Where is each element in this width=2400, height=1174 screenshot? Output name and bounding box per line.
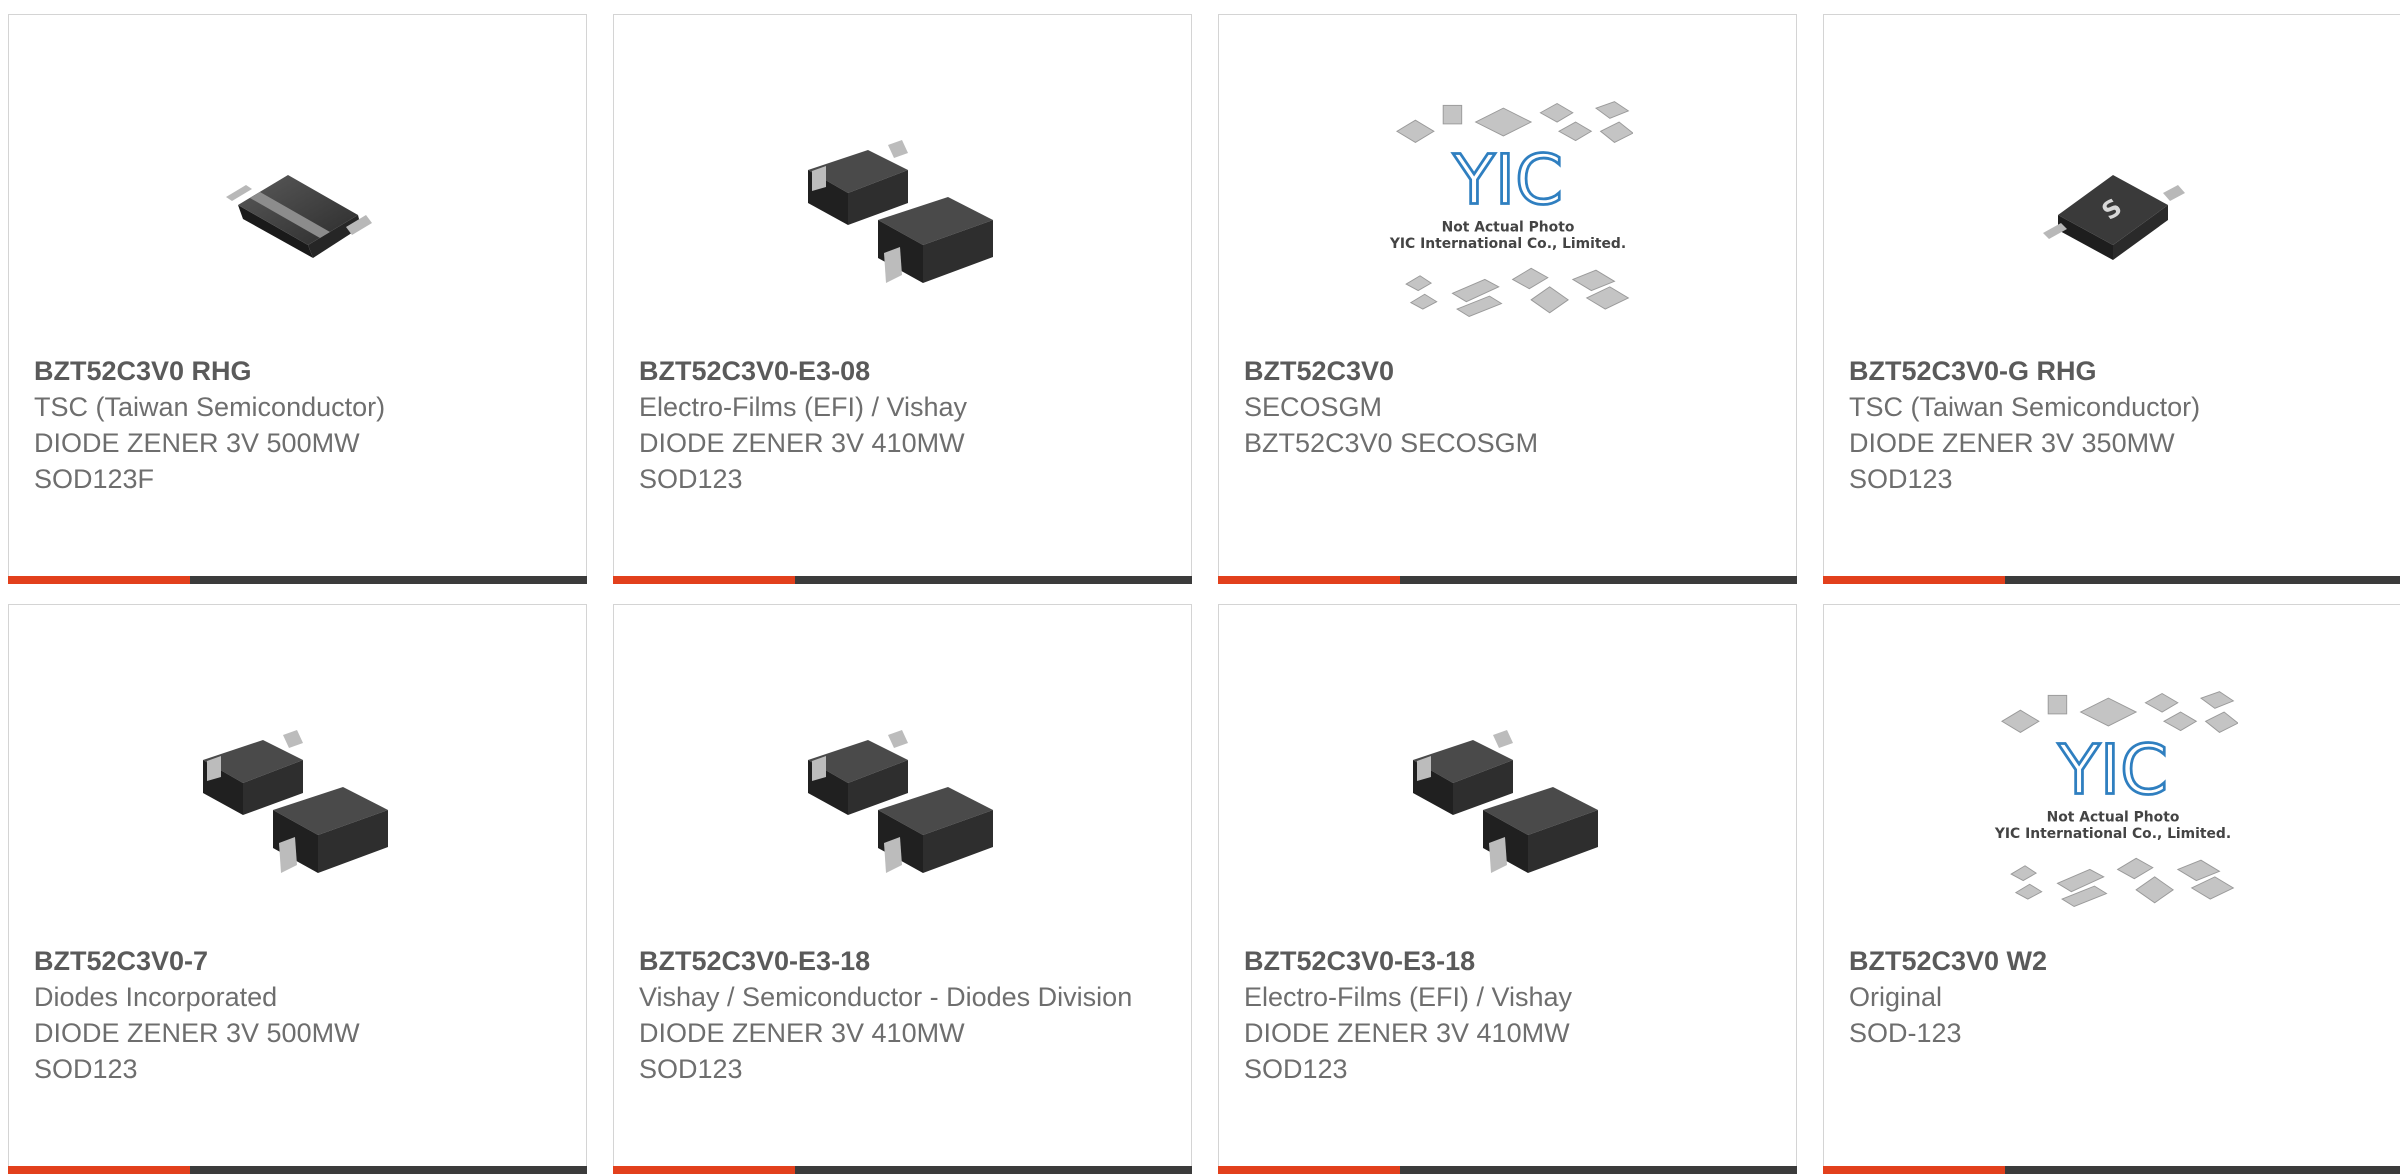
description: SOD-123 <box>1849 1018 1962 1048</box>
part-number[interactable]: BZT52C3V0-G RHG <box>1849 353 2376 389</box>
card-bottom-bar <box>8 1166 587 1174</box>
product-info: BZT52C3V0-E3-18 Vishay / Semiconductor -… <box>639 943 1166 1087</box>
card-bottom-bar <box>613 1166 1192 1174</box>
product-info: BZT52C3V0 SECOSGM BZT52C3V0 SECOSGM <box>1244 353 1771 461</box>
part-number[interactable]: BZT52C3V0-E3-08 <box>639 353 1166 389</box>
card-bottom-bar <box>1823 576 2400 584</box>
manufacturer: TSC (Taiwan Semiconductor) <box>34 392 386 422</box>
manufacturer: Vishay / Semiconductor - Diodes Division <box>639 982 1133 1012</box>
product-info: BZT52C3V0-7 Diodes Incorporated DIODE ZE… <box>34 943 561 1087</box>
manufacturer: SECOSGM <box>1244 392 1383 422</box>
sod123-pair-icon[interactable] <box>778 85 1028 335</box>
product-info: BZT52C3V0 RHG TSC (Taiwan Semiconductor)… <box>34 353 561 497</box>
manufacturer: Electro-Films (EFI) / Vishay <box>639 392 968 422</box>
package: SOD123F <box>34 464 155 494</box>
package: SOD123 <box>639 464 743 494</box>
part-number[interactable]: BZT52C3V0 W2 <box>1849 943 2376 979</box>
description: DIODE ZENER 3V 410MW <box>1244 1018 1570 1048</box>
sod123-pair-icon[interactable] <box>778 675 1028 925</box>
card-bottom-bar <box>1823 1166 2400 1174</box>
product-card[interactable]: BZT52C3V0-E3-18 Electro-Films (EFI) / Vi… <box>1218 604 1797 1174</box>
yic-logo: YIC <box>1452 141 1563 221</box>
part-number[interactable]: BZT52C3V0 RHG <box>34 353 561 389</box>
card-accent-bar <box>613 576 796 584</box>
sod123-pair-icon[interactable] <box>173 675 423 925</box>
manufacturer: TSC (Taiwan Semiconductor) <box>1849 392 2201 422</box>
placeholder-company: YIC International Co., Limited. <box>1993 826 2230 842</box>
placeholder-caption: Not Actual Photo <box>2046 809 2179 825</box>
card-bottom-bar <box>1218 1166 1797 1174</box>
product-card[interactable]: BZT52C3V0-E3-08 Electro-Films (EFI) / Vi… <box>613 14 1192 584</box>
placeholder-company: YIC International Co., Limited. <box>1388 236 1625 252</box>
package: SOD123 <box>34 1054 138 1084</box>
card-accent-bar <box>1823 1166 2006 1174</box>
product-card[interactable]: YIC Not Actual Photo YIC International C… <box>1218 14 1797 584</box>
product-card[interactable]: BZT52C3V0 RHG TSC (Taiwan Semiconductor)… <box>8 14 587 584</box>
description: DIODE ZENER 3V 500MW <box>34 428 360 458</box>
yic-placeholder-icon[interactable]: YIC Not Actual Photo YIC International C… <box>1988 675 2238 925</box>
product-card[interactable]: BZT52C3V0-7 Diodes Incorporated DIODE ZE… <box>8 604 587 1174</box>
card-accent-bar <box>1823 576 2006 584</box>
description: DIODE ZENER 3V 410MW <box>639 1018 965 1048</box>
part-number[interactable]: BZT52C3V0-E3-18 <box>639 943 1166 979</box>
card-accent-bar <box>8 576 191 584</box>
part-number[interactable]: BZT52C3V0 <box>1244 353 1771 389</box>
card-accent-bar <box>1218 1166 1401 1174</box>
package: SOD123 <box>1849 464 1953 494</box>
card-bottom-bar <box>1218 576 1797 584</box>
sod123-tsc-chip-icon[interactable]: S <box>1988 85 2238 335</box>
card-accent-bar <box>1218 576 1401 584</box>
sod123f-chip-icon[interactable] <box>173 85 423 335</box>
description: DIODE ZENER 3V 350MW <box>1849 428 2175 458</box>
description: BZT52C3V0 SECOSGM <box>1244 428 1539 458</box>
yic-placeholder-icon[interactable]: YIC Not Actual Photo YIC International C… <box>1383 85 1633 335</box>
product-card[interactable]: S BZT52C3V0-G RHG TSC (Taiwan Semiconduc… <box>1823 14 2400 584</box>
product-info: BZT52C3V0-E3-18 Electro-Films (EFI) / Vi… <box>1244 943 1771 1087</box>
manufacturer: Original <box>1849 982 1943 1012</box>
description: DIODE ZENER 3V 500MW <box>34 1018 360 1048</box>
product-grid: BZT52C3V0 RHG TSC (Taiwan Semiconductor)… <box>8 14 2400 1174</box>
card-bottom-bar <box>613 576 1192 584</box>
product-card[interactable]: YIC Not Actual Photo YIC International C… <box>1823 604 2400 1174</box>
product-info: BZT52C3V0 W2 Original SOD-123 <box>1849 943 2376 1051</box>
placeholder-caption: Not Actual Photo <box>1441 219 1574 235</box>
part-number[interactable]: BZT52C3V0-E3-18 <box>1244 943 1771 979</box>
manufacturer: Diodes Incorporated <box>34 982 278 1012</box>
card-accent-bar <box>8 1166 191 1174</box>
card-bottom-bar <box>8 576 587 584</box>
product-card[interactable]: BZT52C3V0-E3-18 Vishay / Semiconductor -… <box>613 604 1192 1174</box>
yic-logo: YIC <box>2057 731 2168 811</box>
package: SOD123 <box>639 1054 743 1084</box>
product-info: BZT52C3V0-G RHG TSC (Taiwan Semiconducto… <box>1849 353 2376 497</box>
part-number[interactable]: BZT52C3V0-7 <box>34 943 561 979</box>
card-accent-bar <box>613 1166 796 1174</box>
package: SOD123 <box>1244 1054 1348 1084</box>
description: DIODE ZENER 3V 410MW <box>639 428 965 458</box>
sod123-pair-icon[interactable] <box>1383 675 1633 925</box>
product-info: BZT52C3V0-E3-08 Electro-Films (EFI) / Vi… <box>639 353 1166 497</box>
manufacturer: Electro-Films (EFI) / Vishay <box>1244 982 1573 1012</box>
